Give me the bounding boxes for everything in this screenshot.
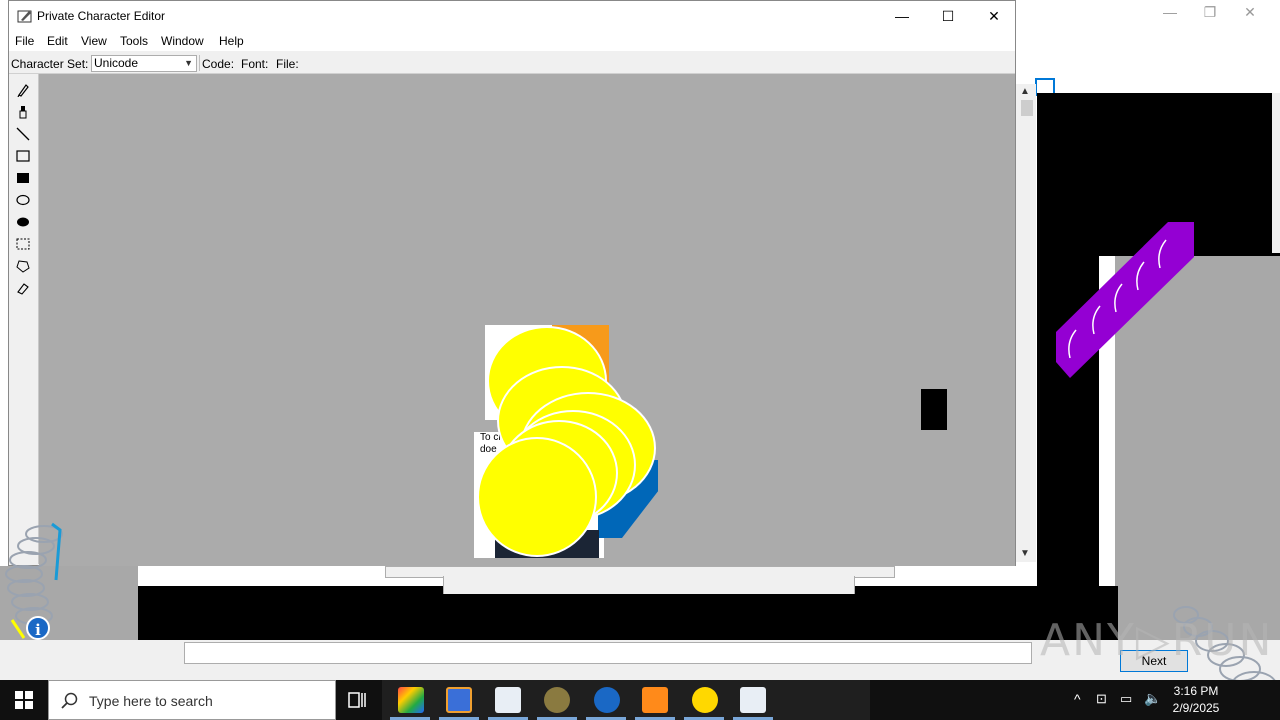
brush-tool[interactable] xyxy=(13,102,33,122)
search-placeholder: Type here to search xyxy=(89,693,213,709)
filled-ellipse-icon xyxy=(17,217,29,227)
chevron-up-icon[interactable]: ^ xyxy=(1074,691,1081,707)
freeform-select-tool[interactable] xyxy=(13,256,33,276)
drawing-tools-panel xyxy=(9,74,39,564)
maximize-button[interactable]: ☐ xyxy=(925,1,971,31)
taskbar-app-info[interactable] xyxy=(594,687,620,713)
background-progress-field xyxy=(184,642,1032,664)
scrollbar-thumb[interactable] xyxy=(1021,100,1033,116)
scroll-down-icon[interactable]: ▼ xyxy=(1020,548,1030,559)
filled-rectangle-tool[interactable] xyxy=(13,168,33,188)
hollow-rectangle-icon xyxy=(16,150,30,162)
yellow-circle xyxy=(477,437,597,557)
background-scrollbar xyxy=(1272,93,1280,253)
taskbar-app-tool[interactable] xyxy=(692,687,718,713)
brush-icon xyxy=(19,106,27,119)
eraser-icon xyxy=(17,283,29,295)
background-dialog-fragment xyxy=(443,576,855,594)
hollow-ellipse-tool[interactable] xyxy=(13,190,33,210)
search-icon xyxy=(61,692,78,709)
eraser-tool[interactable] xyxy=(13,278,33,298)
hollow-ellipse-icon xyxy=(16,194,30,206)
taskbar-app-window2[interactable] xyxy=(740,687,766,713)
taskbar-app-settings[interactable] xyxy=(446,687,472,713)
close-button[interactable]: ✕ xyxy=(971,1,1017,31)
clock-time[interactable]: 3:16 PM xyxy=(1168,684,1224,698)
taskbar-app-media[interactable] xyxy=(642,687,668,713)
taskbar: Type here to search ^ ⊡ ▭ 🔈 3:16 PM 2/9/… xyxy=(0,680,1280,720)
menu-file[interactable]: File xyxy=(15,34,34,48)
volume-icon[interactable]: 🔈 xyxy=(1144,690,1161,707)
menu-window[interactable]: Window xyxy=(161,34,204,48)
line-icon xyxy=(16,127,30,141)
pencil-tool[interactable] xyxy=(13,80,33,100)
rect-select-tool[interactable] xyxy=(13,234,33,254)
background-black-region xyxy=(138,586,1118,640)
character-info-bar: Character Set: Unicode ▼ Code: Font: Fil… xyxy=(9,53,1015,74)
windows-logo-icon xyxy=(15,691,33,709)
chevron-down-icon: ▼ xyxy=(184,58,193,68)
menu-help[interactable]: Help xyxy=(219,34,244,48)
app-icon xyxy=(17,10,32,23)
menu-tools[interactable]: Tools xyxy=(120,34,148,48)
separator xyxy=(199,55,200,71)
task-view-icon[interactable] xyxy=(346,688,370,712)
meet-now-icon[interactable]: ⊡ xyxy=(1096,691,1107,707)
window-title: Private Character Editor xyxy=(37,9,166,23)
network-icon[interactable]: ▭ xyxy=(1120,691,1132,707)
clock-date[interactable]: 2/9/2025 xyxy=(1168,701,1224,715)
title-bar[interactable]: Private Character Editor — ☐ ✕ xyxy=(9,1,1015,31)
glitch-ribbon xyxy=(1056,222,1194,378)
glitch-artifact xyxy=(921,389,947,430)
line-tool[interactable] xyxy=(13,124,33,144)
freeform-select-icon xyxy=(16,260,30,273)
scroll-up-icon[interactable]: ▲ xyxy=(1020,86,1030,97)
charset-value: Unicode xyxy=(94,56,139,70)
background-window-controls: — ❐ ✕ xyxy=(1163,4,1256,20)
taskbar-search-box[interactable]: Type here to search xyxy=(48,680,336,720)
minimize-button[interactable]: — xyxy=(879,1,925,31)
menu-edit[interactable]: Edit xyxy=(47,34,68,48)
charset-label: Character Set: xyxy=(11,57,89,71)
rect-select-icon xyxy=(16,238,30,250)
menu-bar: File Edit View Tools Window Help xyxy=(9,31,1015,51)
start-button[interactable] xyxy=(0,680,48,720)
hollow-rectangle-tool[interactable] xyxy=(13,146,33,166)
pencil-icon xyxy=(17,84,29,97)
taskbar-app-charmap[interactable] xyxy=(398,687,424,713)
charset-select[interactable]: Unicode ▼ xyxy=(91,55,197,72)
taskbar-app-disc[interactable] xyxy=(544,687,570,713)
taskbar-app-window[interactable] xyxy=(495,687,521,713)
font-label: Font: xyxy=(241,57,269,71)
taskbar-apps xyxy=(382,680,870,720)
watermark: ANY▷RUN xyxy=(1040,615,1274,666)
filled-rectangle-icon xyxy=(17,173,29,183)
filled-ellipse-tool[interactable] xyxy=(13,212,33,232)
info-icon: i xyxy=(26,616,50,640)
file-label: File: xyxy=(276,57,299,71)
menu-view[interactable]: View xyxy=(81,34,107,48)
code-label: Code: xyxy=(202,57,235,71)
vertical-scrollbar[interactable] xyxy=(1016,84,1036,562)
